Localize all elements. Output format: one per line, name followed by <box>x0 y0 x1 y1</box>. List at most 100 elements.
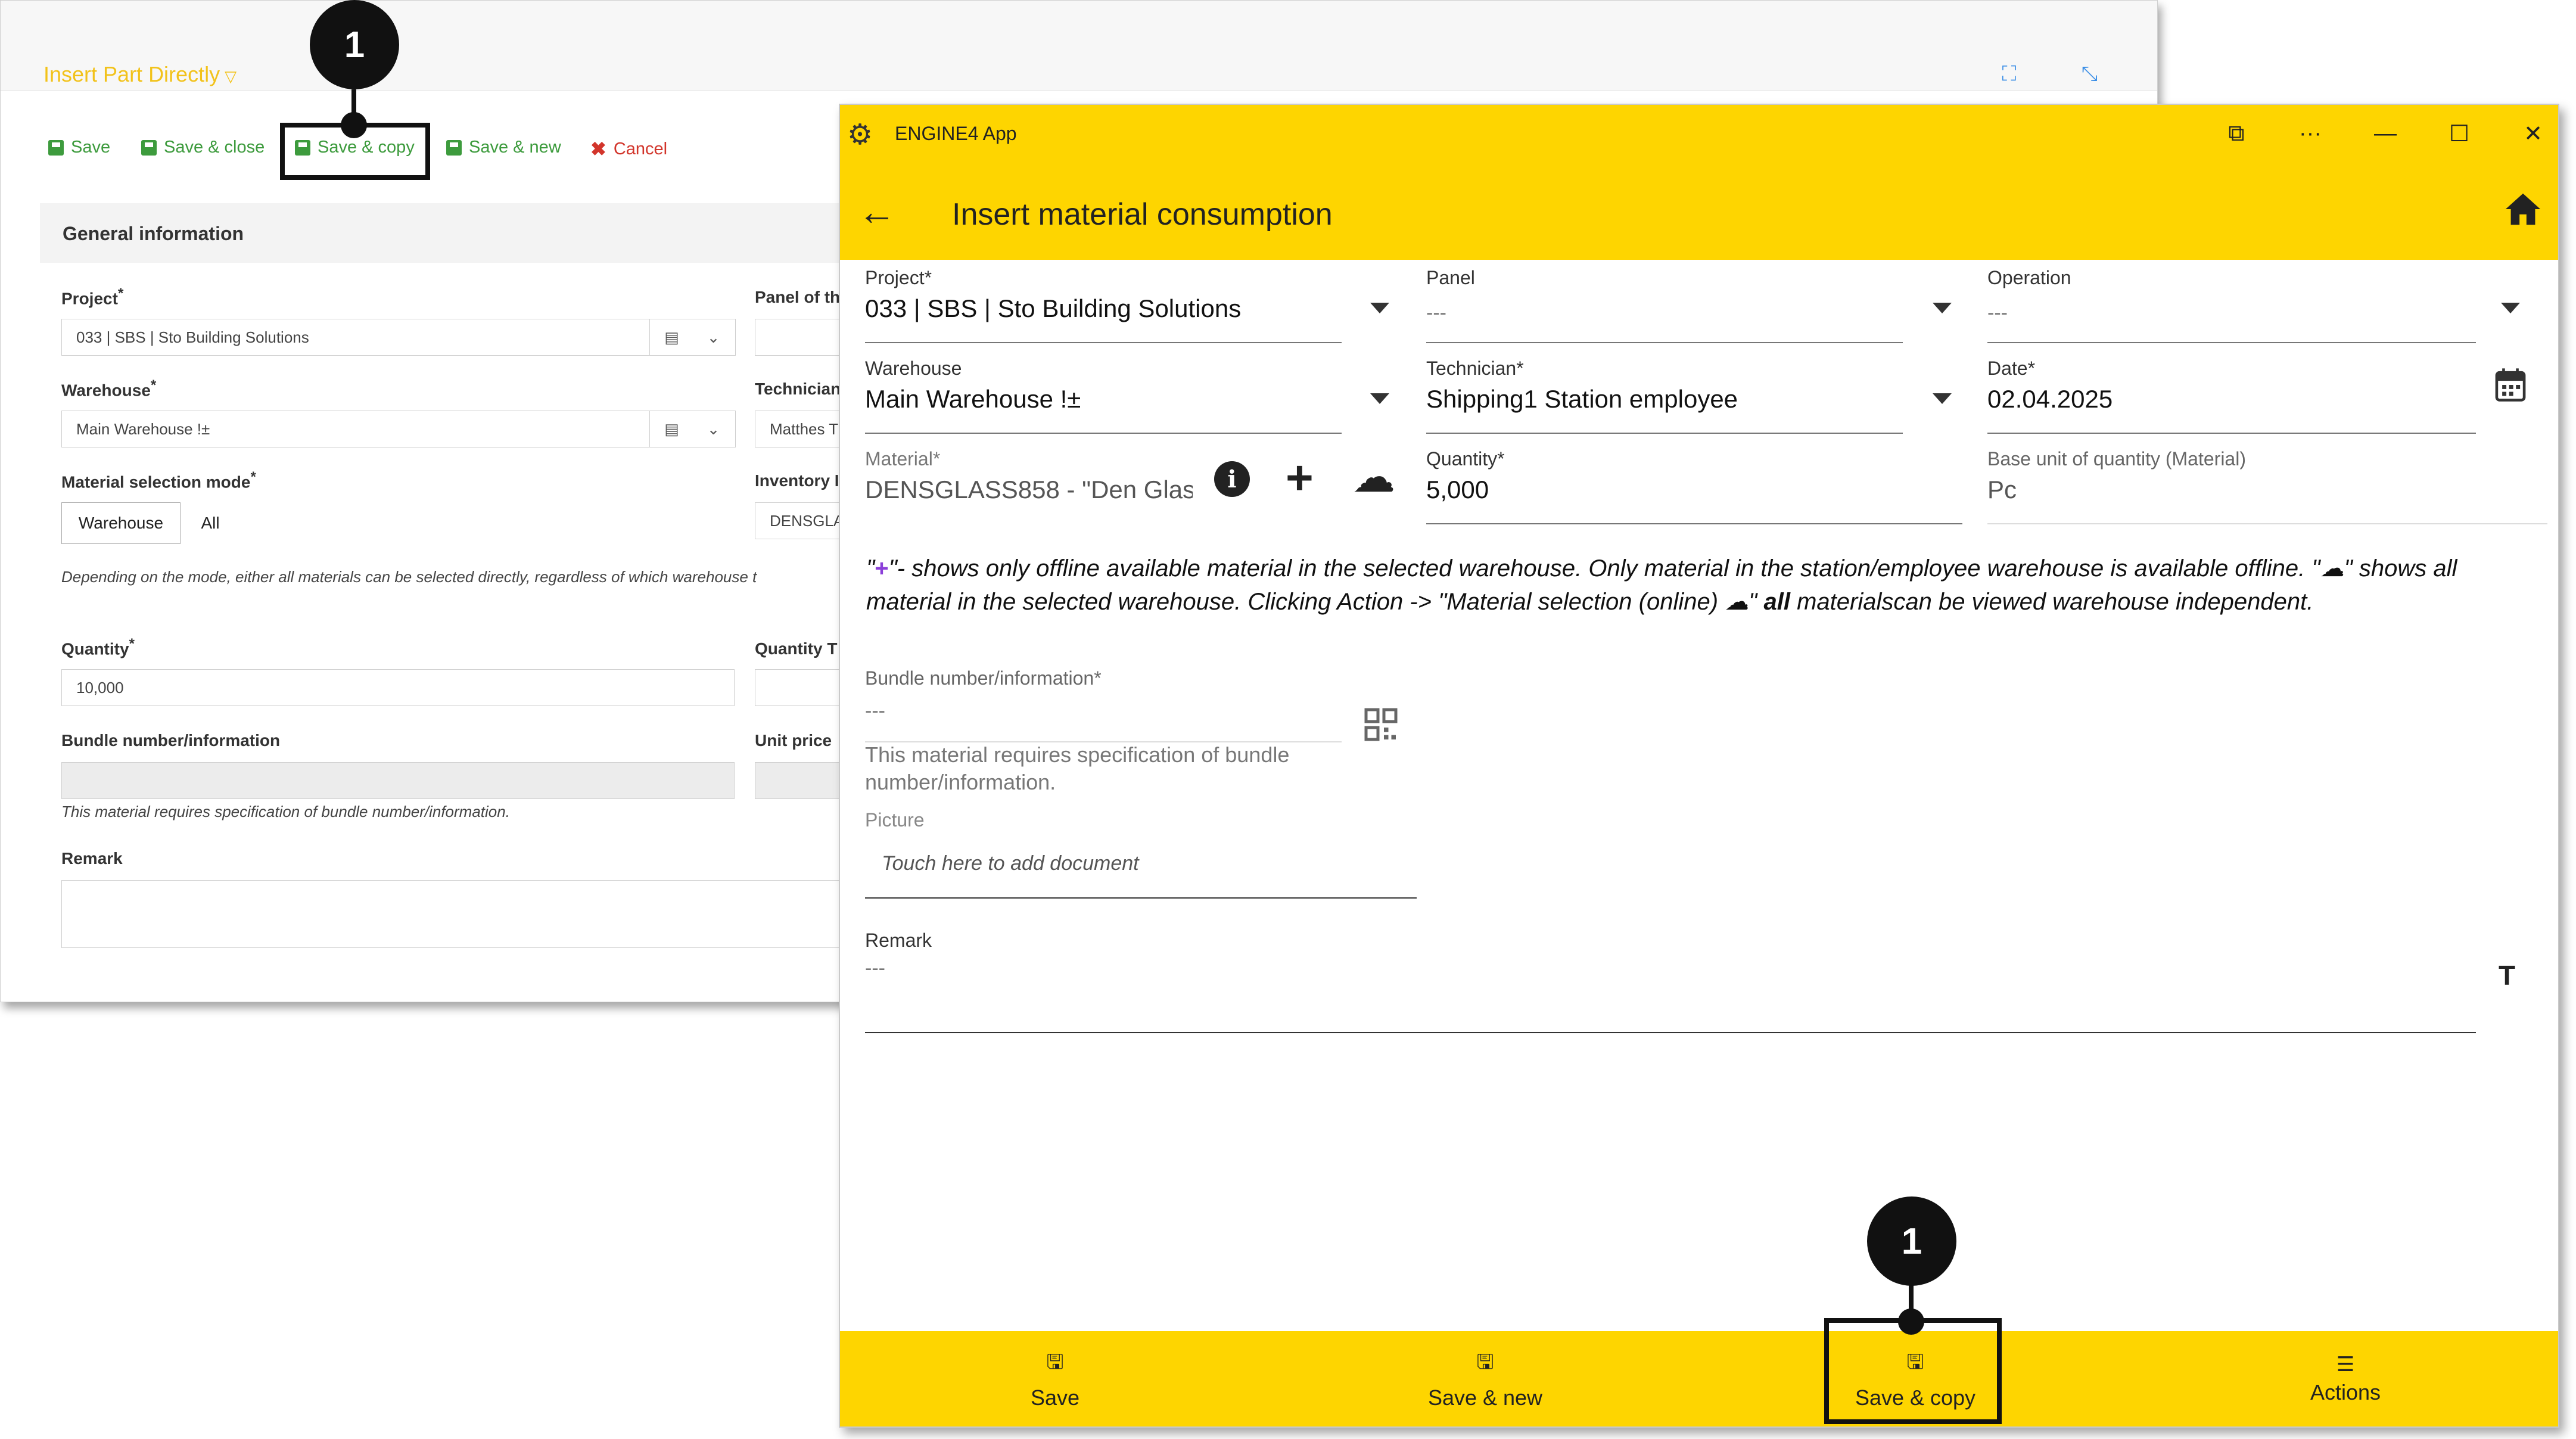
floppy-icon <box>48 139 64 156</box>
remark-value[interactable]: --- <box>865 957 885 980</box>
app-bottom-bar: 🖫 Save 🖫 Save & new 🖫 Save & copy ☰ Actions <box>840 1331 2558 1426</box>
panel-underline <box>1426 342 1903 343</box>
technician-label: Technician* <box>1426 358 1524 379</box>
web-save-close-label: Save & close <box>164 138 265 157</box>
material-info-text: "+"- shows only offline available materi… <box>866 552 2546 619</box>
app-actions-button[interactable]: ☰ Actions <box>2130 1331 2558 1426</box>
plus-icon[interactable]: + <box>1286 450 1314 505</box>
page-title: Insert material consumption <box>952 197 1333 232</box>
text-format-icon[interactable]: T <box>2499 959 2515 992</box>
maximize-icon[interactable]: ☐ <box>2435 116 2483 151</box>
info-quote: " <box>866 555 875 582</box>
date-label: Date* <box>1987 358 2036 379</box>
web-project-field[interactable]: 033 | SBS | Sto Building Solutions <box>61 319 650 356</box>
quantity-label: Quantity* <box>61 636 135 658</box>
quantity-label: Quantity* <box>1426 448 1505 470</box>
qr-code-icon[interactable] <box>1363 707 1399 742</box>
list-icon[interactable]: ▤ <box>650 319 694 356</box>
web-save-new-button[interactable]: Save & new <box>446 138 561 157</box>
bundle-hint-text: This material requires specification of … <box>865 742 1290 794</box>
warehouse-underline <box>865 433 1342 434</box>
picture-label: Picture <box>865 809 925 831</box>
app-actions-label: Actions <box>2310 1380 2381 1404</box>
minimize-icon[interactable]: — <box>2362 116 2409 151</box>
web-form-title[interactable]: Insert Part Directly ▽ <box>43 62 237 87</box>
picture-placeholder[interactable]: Touch here to add document <box>882 852 1139 875</box>
info-part-4: materialscan be viewed warehouse indepen… <box>1790 589 2314 615</box>
required-mark: * <box>117 285 124 302</box>
warehouse-label: Warehouse* <box>61 377 156 400</box>
web-save-new-label: Save & new <box>469 138 561 157</box>
mode-warehouse-option[interactable]: Warehouse <box>61 502 181 544</box>
web-bundle-field[interactable] <box>61 762 735 799</box>
info-part-3: " <box>1749 589 1764 615</box>
app-save-label: Save <box>1030 1385 1080 1410</box>
web-save-close-button[interactable]: Save & close <box>141 138 265 157</box>
operation-label: Operation <box>1987 267 2071 288</box>
operation-underline <box>1987 342 2476 343</box>
app-save-button[interactable]: 🖫 Save <box>840 1331 1270 1426</box>
web-save-label: Save <box>71 138 111 157</box>
cloud-icon[interactable]: ☁ <box>1352 452 1395 502</box>
window-expand-icons[interactable]: ⛶ ⤡ <box>2002 63 2127 86</box>
title-dropdown-icon[interactable]: ▽ <box>225 67 237 85</box>
home-icon[interactable] <box>2502 188 2544 230</box>
close-window-icon[interactable]: ✕ <box>2509 116 2557 151</box>
warehouse-value[interactable]: Main Warehouse !± <box>865 385 1342 414</box>
unit-underline <box>1987 523 2547 524</box>
picture-underline <box>865 897 1417 899</box>
date-value[interactable]: 02.04.2025 <box>1987 385 2464 414</box>
web-quantity-field[interactable]: 10,000 <box>61 669 735 706</box>
material-label: Material* <box>865 448 941 470</box>
material-value[interactable]: DENSGLASS858 - "Den Glass <box>865 475 1193 504</box>
list-icon[interactable]: ▤ <box>650 411 694 447</box>
close-icon: ✖ <box>590 138 606 160</box>
callout-dot <box>341 112 367 138</box>
chevron-down-icon[interactable] <box>1370 393 1389 404</box>
chevron-down-icon[interactable]: ⌄ <box>692 411 736 447</box>
material-mode-label-text: Material selection mode <box>61 473 251 492</box>
floppy-icon <box>141 139 157 156</box>
inventory-label: Inventory I <box>755 471 839 490</box>
panel-value[interactable]: --- <box>1426 302 1446 325</box>
chevron-down-icon[interactable] <box>1933 303 1952 313</box>
panel-label: Panel <box>1426 267 1475 288</box>
technician-value[interactable]: Shipping1 Station employee <box>1426 385 1903 414</box>
more-icon[interactable]: ··· <box>2286 116 2334 151</box>
menu-icon: ☰ <box>2336 1353 2355 1376</box>
web-cancel-button[interactable]: ✖ Cancel <box>590 138 667 160</box>
bundle-value[interactable]: --- <box>865 700 885 723</box>
project-value[interactable]: 033 | SBS | Sto Building Solutions <box>865 294 1342 323</box>
unit-price-label: Unit price <box>755 731 832 750</box>
required-mark: * <box>150 377 157 393</box>
remark-underline <box>865 1032 2476 1033</box>
cast-icon[interactable]: ⧉ <box>2213 116 2260 151</box>
cloud-icon: ☁ <box>1725 589 1749 615</box>
app-save-new-label: Save & new <box>1427 1385 1543 1410</box>
save-icon: 🖫 <box>1046 1350 1064 1373</box>
chevron-down-icon[interactable] <box>1370 303 1389 313</box>
technician-underline <box>1426 433 1903 434</box>
bundle-label: Bundle number/information <box>61 731 281 750</box>
arrow-left-icon[interactable]: ← <box>858 189 896 234</box>
mode-all-option[interactable]: All <box>186 502 234 544</box>
warehouse-label-text: Warehouse <box>61 381 151 400</box>
project-label-text: Project <box>61 289 118 308</box>
quantity-underline <box>1426 523 1962 524</box>
project-underline <box>865 342 1342 343</box>
info-icon[interactable]: i <box>1214 461 1250 497</box>
chevron-down-icon[interactable] <box>2501 303 2520 313</box>
chevron-down-icon[interactable]: ⌄ <box>692 319 736 356</box>
app-save-new-button[interactable]: 🖫 Save & new <box>1270 1331 1700 1426</box>
operation-value[interactable]: --- <box>1987 302 2008 325</box>
plus-icon: + <box>875 555 889 582</box>
chevron-down-icon[interactable] <box>1933 393 1952 404</box>
web-warehouse-field[interactable]: Main Warehouse !± <box>61 411 650 447</box>
web-save-button[interactable]: Save <box>48 138 110 157</box>
web-remark-field[interactable] <box>61 880 874 948</box>
app-titlebar: ⚙ ENGINE4 App ⧉ ··· — ☐ ✕ <box>840 105 2558 164</box>
calendar-icon[interactable] <box>2494 367 2527 403</box>
quantity-value[interactable]: 5,000 <box>1426 475 1962 504</box>
info-bold-all: all <box>1763 589 1790 615</box>
engine4-app-window: ⚙ ENGINE4 App ⧉ ··· — ☐ ✕ ← Insert mater… <box>839 104 2559 1428</box>
